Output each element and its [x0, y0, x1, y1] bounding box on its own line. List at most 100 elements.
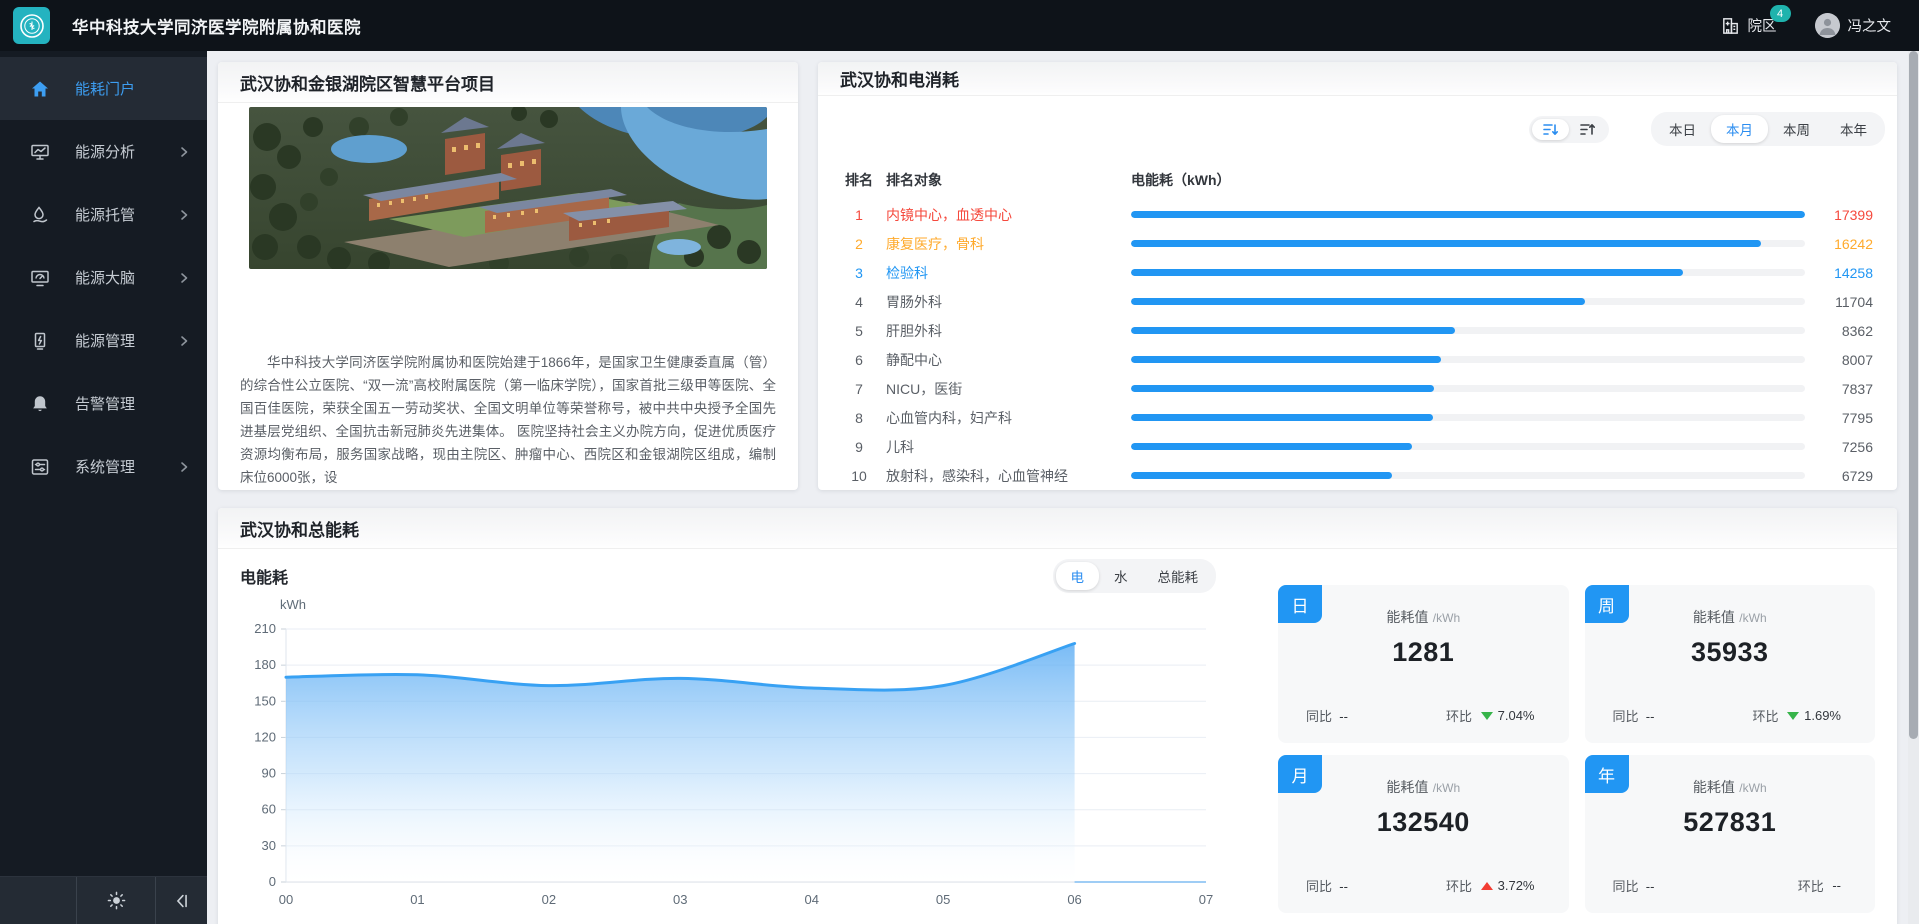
stat-period-badge: 周 — [1585, 585, 1629, 623]
sidebar-footer-spacer — [0, 877, 77, 924]
svg-text:180: 180 — [254, 657, 276, 672]
stat-compare-row: 同比 --环比 7.04% — [1278, 706, 1569, 725]
rank-number: 10 — [842, 468, 876, 484]
stat-period-badge: 月 — [1278, 755, 1322, 793]
sidebar-item-energy-analysis[interactable]: 能源分析 — [0, 120, 207, 183]
energy-tab-2[interactable]: 总能耗 — [1143, 562, 1214, 590]
period-tab-3[interactable]: 本年 — [1825, 115, 1882, 143]
svg-text:150: 150 — [254, 693, 276, 708]
triangle-down-icon — [1787, 712, 1799, 720]
period-tabs: 本日本月本周本年 — [1651, 112, 1885, 146]
sort-ascending-icon — [1579, 122, 1596, 137]
value-bar — [1131, 269, 1805, 276]
rank-number: 8 — [842, 410, 876, 426]
svg-text:05: 05 — [936, 892, 950, 907]
mom-compare: 环比 7.04% — [1446, 706, 1535, 725]
ranking-row: 9儿科7256 — [842, 432, 1873, 461]
rank-number: 2 — [842, 236, 876, 252]
rank-target-name: 静配中心 — [886, 350, 1131, 370]
period-tab-1[interactable]: 本月 — [1711, 115, 1768, 143]
electricity-ranking-card: 武汉协和电消耗 本日本月本周本年 排名 排名对象 电能耗（kWh） 1内镜中心，… — [818, 62, 1897, 490]
sidebar-item-label: 能源托管 — [75, 204, 177, 225]
scrollbar-track[interactable] — [1908, 51, 1919, 924]
stat-card-周: 周能耗值 /kWh35933同比 --环比 1.69% — [1585, 585, 1876, 743]
sidebar-item-energy-mgmt[interactable]: 能源管理 — [0, 309, 207, 372]
topbar: 华中科技大学同济医学院附属协和医院 院区 4 — [0, 0, 1919, 51]
stat-value-label: 能耗值 — [1386, 779, 1428, 795]
value-bar — [1131, 327, 1805, 334]
topbar-actions: 院区 4 冯之文 — [1720, 13, 1892, 38]
sidebar-item-label: 告警管理 — [75, 393, 191, 414]
sidebar-footer — [0, 876, 207, 924]
ranking-row: 1内镜中心，血透中心17399 — [842, 200, 1873, 229]
rank-value: 8362 — [1813, 323, 1873, 339]
mom-compare: 环比 1.69% — [1753, 706, 1842, 725]
sidebar-item-energy-hosting[interactable]: 能源托管 — [0, 183, 207, 246]
rank-value: 16242 — [1813, 236, 1873, 252]
stat-period-badge: 日 — [1278, 585, 1322, 623]
sidebar-item-label: 能源分析 — [75, 141, 177, 162]
stat-value-label: 能耗值 — [1386, 609, 1428, 625]
stat-value-label: 能耗值 — [1693, 609, 1735, 625]
stat-compare-row: 同比 -- 环比 1.69% — [1585, 706, 1876, 725]
ranking-table-header: 排名 排名对象 电能耗（kWh） — [842, 170, 1873, 190]
scrollbar-thumb[interactable] — [1909, 51, 1918, 739]
alarm-icon — [30, 394, 50, 414]
energy-mgmt-icon — [30, 331, 50, 351]
rank-value: 7837 — [1813, 381, 1873, 397]
theme-toggle-button[interactable] — [77, 877, 156, 924]
stat-unit: /kWh — [1739, 611, 1766, 625]
stat-period-badge: 年 — [1585, 755, 1629, 793]
ranking-row: 3 检验科 14258 — [842, 258, 1873, 287]
rank-number: 6 — [842, 352, 876, 368]
ranking-row: 5肝胆外科8362 — [842, 316, 1873, 345]
mom-compare: 环比 3.72% — [1446, 876, 1535, 895]
svg-text:kWh: kWh — [280, 597, 306, 612]
rank-value: 17399 — [1813, 207, 1873, 223]
column-value: 电能耗（kWh） — [1131, 170, 1805, 190]
svg-text:02: 02 — [542, 892, 556, 907]
project-description: 华中科技大学同济医学院附属协和医院始建于1866年，是国家卫生健康委直属（管）的… — [240, 351, 776, 489]
stat-card-年: 年能耗值 /kWh527831同比 --环比 -- — [1585, 755, 1876, 913]
sidebar-item-system-mgmt[interactable]: 系统管理 — [0, 435, 207, 498]
sidebar-item-alarm-mgmt[interactable]: 告警管理 — [0, 372, 207, 435]
analysis-icon — [30, 142, 50, 162]
campus-button[interactable]: 院区 4 — [1720, 15, 1777, 36]
system-icon — [30, 457, 50, 477]
svg-text:0: 0 — [269, 874, 276, 889]
energy-tab-0[interactable]: 电 — [1056, 562, 1100, 590]
rank-value: 7256 — [1813, 439, 1873, 455]
collapse-sidebar-button[interactable] — [156, 877, 207, 924]
ranking-rows: 1内镜中心，血透中心173992康复医疗，骨科162423检验科142584胃肠… — [842, 200, 1873, 490]
rank-value: 14258 — [1813, 265, 1873, 281]
sort-desc-button[interactable] — [1532, 119, 1569, 140]
mom-compare: 环比 -- — [1798, 876, 1841, 895]
energy-tab-1[interactable]: 水 — [1099, 562, 1143, 590]
stat-value: 527831 — [1585, 807, 1876, 838]
rank-target-name: 检验科 — [886, 263, 1131, 283]
period-tab-2[interactable]: 本周 — [1768, 115, 1825, 143]
svg-text:30: 30 — [262, 838, 276, 853]
rank-number: 4 — [842, 294, 876, 310]
project-image — [249, 107, 767, 269]
svg-text:90: 90 — [262, 766, 276, 781]
rank-number: 3 — [842, 265, 876, 281]
home-icon — [30, 79, 50, 99]
svg-text:04: 04 — [804, 892, 818, 907]
stat-value-label: 能耗值 — [1693, 779, 1735, 795]
value-bar — [1131, 298, 1805, 305]
sidebar-item-label: 能源大脑 — [75, 267, 177, 288]
period-tab-0[interactable]: 本日 — [1654, 115, 1711, 143]
value-bar — [1131, 472, 1805, 479]
sort-asc-button[interactable] — [1569, 119, 1606, 140]
stat-unit: /kWh — [1433, 611, 1460, 625]
chevron-right-icon — [177, 460, 191, 474]
yoy-compare: 同比 -- — [1613, 706, 1655, 725]
chevron-right-icon — [177, 145, 191, 159]
svg-text:07: 07 — [1199, 892, 1213, 907]
chevron-right-icon — [177, 271, 191, 285]
sidebar-item-energy-brain[interactable]: 能源大脑 — [0, 246, 207, 309]
user-menu[interactable]: 冯之文 — [1815, 13, 1892, 38]
stat-unit: /kWh — [1739, 781, 1766, 795]
sidebar-item-energy-portal[interactable]: 能耗门户 — [0, 57, 207, 120]
